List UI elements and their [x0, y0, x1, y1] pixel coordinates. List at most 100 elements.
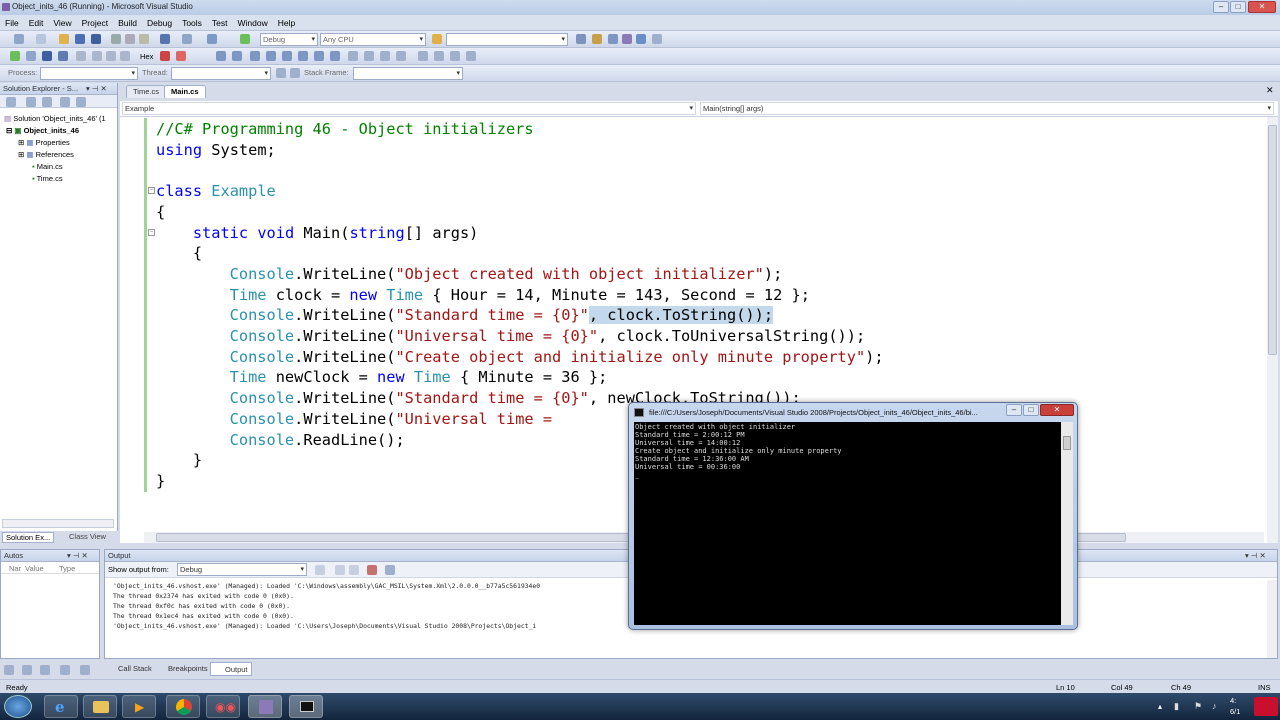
break-all-icon[interactable]	[26, 51, 36, 61]
menu-window[interactable]: Window	[233, 15, 273, 31]
clear-bookmarks-icon[interactable]	[396, 51, 406, 61]
type-dropdown[interactable]: Example	[122, 102, 696, 115]
options-icon[interactable]	[652, 34, 662, 44]
console-scrollbar[interactable]	[1061, 422, 1073, 625]
indent-icon[interactable]	[298, 51, 308, 61]
clear-all-icon[interactable]	[367, 565, 377, 575]
param-info-icon[interactable]	[250, 51, 260, 61]
tray-arrow-icon[interactable]: ▴	[1158, 702, 1162, 711]
collapse-method-icon[interactable]: −	[148, 229, 155, 236]
vertical-scroll-thumb[interactable]	[1268, 125, 1277, 355]
tree-item-project[interactable]: ⊟ ▣ Object_inits_46	[6, 126, 79, 135]
continue-icon[interactable]	[10, 51, 20, 61]
redo-icon[interactable]	[182, 34, 192, 44]
tree-item-references[interactable]: ⊞ ▦ References	[18, 150, 74, 159]
outdent-icon[interactable]	[282, 51, 292, 61]
start-debugging-icon[interactable]	[240, 34, 250, 44]
next-bookmark-icon[interactable]	[380, 51, 390, 61]
add-item-icon[interactable]	[36, 34, 46, 44]
menu-project[interactable]: Project	[77, 15, 113, 31]
chrome-icon[interactable]	[166, 695, 200, 718]
menu-build[interactable]: Build	[113, 15, 142, 31]
col-name[interactable]: Nar	[9, 564, 21, 573]
menu-file[interactable]: File	[0, 15, 24, 31]
network-icon[interactable]: ▮	[1174, 701, 1179, 712]
console-task-icon[interactable]	[289, 695, 323, 718]
console-output[interactable]: Object created with object initializer S…	[634, 422, 1061, 625]
tab-time-cs[interactable]: Time.cs	[126, 85, 166, 98]
flag-icon[interactable]: ⚑	[1194, 701, 1202, 712]
tree-item-properties[interactable]: ⊞ ▦ Properties	[18, 138, 70, 147]
properties-icon[interactable]	[6, 97, 16, 107]
tree-item-main-cs[interactable]: ▪ Main.cs	[32, 162, 63, 171]
col-value[interactable]: Value	[25, 564, 44, 573]
tab-class-view[interactable]: Class View	[66, 532, 109, 541]
prev-bookmark-icon[interactable]	[364, 51, 374, 61]
member-dropdown[interactable]: Main(string[] args)	[700, 102, 1274, 115]
view-code-icon[interactable]	[60, 97, 70, 107]
find-combo[interactable]	[446, 33, 568, 46]
find-message-icon[interactable]	[315, 565, 325, 575]
start-button[interactable]	[4, 695, 32, 718]
solution-explorer-hscroll[interactable]	[2, 519, 114, 528]
new-project-icon[interactable]	[14, 34, 24, 44]
console-window[interactable]: file:///C:/Users/Joseph/Documents/Visual…	[628, 402, 1078, 630]
maximize-button[interactable]: □	[1230, 1, 1246, 13]
console-maximize-button[interactable]: □	[1023, 404, 1039, 416]
properties-icon[interactable]	[608, 34, 618, 44]
menu-tools[interactable]: Tools	[177, 15, 207, 31]
solution-platform-dropdown[interactable]: Any CPU	[320, 33, 426, 46]
solution-config-dropdown[interactable]: Debug	[260, 33, 318, 46]
process-dropdown[interactable]	[40, 67, 138, 80]
visual-studio-task-icon[interactable]	[248, 695, 282, 718]
call-stack-icon[interactable]	[450, 51, 460, 61]
show-all-files-icon[interactable]	[26, 97, 36, 107]
menu-edit[interactable]: Edit	[24, 15, 49, 31]
tab-breakpoints[interactable]: Breakpoints	[154, 662, 211, 676]
collapse-class-icon[interactable]: −	[148, 187, 155, 194]
bookmark-icon[interactable]	[348, 51, 358, 61]
open-folder-icon[interactable]	[59, 34, 69, 44]
word-wrap-icon[interactable]	[385, 565, 395, 575]
find-in-files-icon[interactable]	[576, 34, 586, 44]
quick-info-icon[interactable]	[232, 51, 242, 61]
uncomment-icon[interactable]	[330, 51, 340, 61]
save-icon[interactable]	[75, 34, 85, 44]
hex-toggle[interactable]: Hex	[140, 52, 153, 61]
watch-tab-icon[interactable]	[40, 665, 50, 675]
file-explorer-icon[interactable]	[83, 695, 117, 718]
thread-dropdown[interactable]	[171, 67, 271, 80]
console-close-button[interactable]: ✕	[1040, 404, 1074, 416]
toolbox-icon[interactable]	[622, 34, 632, 44]
threads-icon[interactable]	[466, 51, 476, 61]
minimize-button[interactable]: –	[1213, 1, 1229, 13]
clock-date[interactable]: 6/1	[1230, 707, 1240, 716]
view-designer-icon[interactable]	[76, 97, 86, 107]
comment-icon[interactable]	[314, 51, 324, 61]
col-type[interactable]: Type	[59, 564, 75, 573]
console-minimize-button[interactable]: –	[1006, 404, 1022, 416]
menu-test[interactable]: Test	[207, 15, 233, 31]
step-over-icon[interactable]	[106, 51, 116, 61]
text-editor-icon[interactable]	[216, 51, 226, 61]
tab-main-cs[interactable]: Main.cs	[164, 85, 206, 98]
menu-view[interactable]: View	[48, 15, 76, 31]
app-icon[interactable]: ◉◉	[206, 695, 240, 718]
autos-tab-icon[interactable]	[4, 665, 14, 675]
breakpoints-window-icon[interactable]	[176, 51, 186, 61]
stop-debugging-icon[interactable]	[42, 51, 52, 61]
stack-frame-dropdown[interactable]	[353, 67, 463, 80]
tree-item-solution[interactable]: ▤ Solution 'Object_inits_46' (1	[4, 114, 106, 123]
autos-pin-icon[interactable]: ▾ ⊣ ✕	[67, 550, 88, 562]
output-pin-icon[interactable]: ▾ ⊣ ✕	[1245, 550, 1266, 562]
solution-explorer-icon[interactable]	[592, 34, 602, 44]
output-scrollbar[interactable]	[1267, 580, 1277, 658]
output-source-dropdown[interactable]: Debug	[177, 563, 307, 576]
prev-message-icon[interactable]	[335, 565, 345, 575]
show-next-statement-icon[interactable]	[76, 51, 86, 61]
menu-debug[interactable]: Debug	[142, 15, 177, 31]
volume-icon[interactable]: ♪	[1212, 701, 1217, 711]
tree-item-time-cs[interactable]: ▪ Time.cs	[32, 174, 63, 183]
close-button[interactable]: ✕	[1248, 1, 1276, 13]
editor-vertical-scrollbar[interactable]	[1267, 117, 1278, 543]
